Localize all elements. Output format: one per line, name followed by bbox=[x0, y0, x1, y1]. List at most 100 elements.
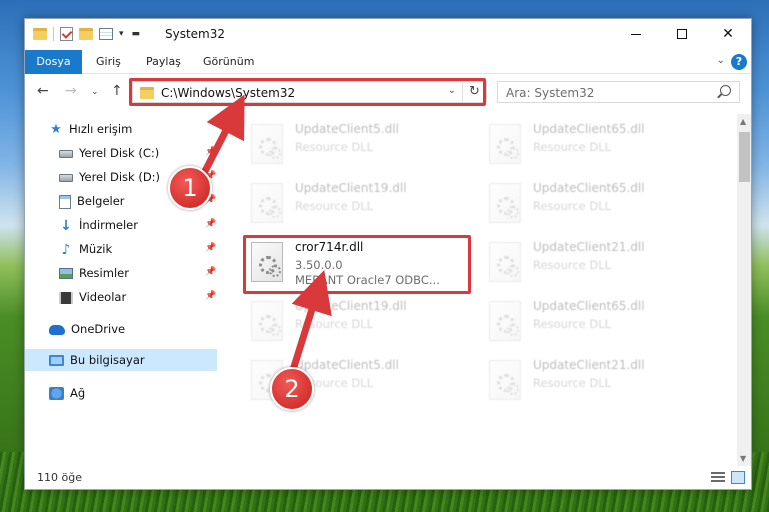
cloud-icon bbox=[49, 324, 65, 335]
toolbar-divider bbox=[53, 27, 54, 41]
up-arrow-icon[interactable]: ↑ bbox=[111, 83, 123, 99]
disk-icon bbox=[59, 149, 73, 158]
search-icon bbox=[720, 85, 731, 96]
folder-icon bbox=[33, 28, 47, 40]
sidebar-item-network[interactable]: Ağ bbox=[49, 382, 85, 404]
star-icon: ★ bbox=[50, 121, 62, 137]
file-description: Resource DLL bbox=[533, 140, 612, 154]
dll-file-icon bbox=[489, 183, 521, 223]
properties-icon[interactable] bbox=[99, 28, 113, 40]
computer-icon bbox=[49, 355, 64, 366]
file-name: UpdateClient65.dll bbox=[533, 181, 645, 195]
sidebar-item-this-pc[interactable]: Bu bilgisayar bbox=[25, 349, 217, 371]
tab-view[interactable]: Görünüm bbox=[203, 50, 254, 74]
list-item[interactable]: UpdateClient5.dll Resource DLL bbox=[245, 118, 475, 172]
disk-icon bbox=[59, 173, 73, 182]
file-description: Resource DLL bbox=[295, 199, 374, 213]
tab-home[interactable]: Giriş bbox=[96, 50, 121, 74]
dll-file-icon bbox=[489, 242, 521, 282]
vertical-scrollbar[interactable]: ▲ ▼ bbox=[737, 114, 751, 466]
dll-file-icon bbox=[489, 360, 521, 400]
pin-icon[interactable]: 📌 bbox=[205, 219, 216, 229]
recent-locations-chevron-icon[interactable]: ⌄ bbox=[91, 87, 99, 97]
minimize-icon bbox=[631, 33, 641, 35]
help-icon[interactable]: ? bbox=[731, 54, 747, 70]
maximize-icon bbox=[677, 29, 687, 39]
back-arrow-icon[interactable]: ← bbox=[37, 83, 49, 99]
file-name: UpdateClient5.dll bbox=[295, 122, 399, 136]
videos-icon bbox=[59, 291, 73, 304]
scroll-up-arrow-icon[interactable]: ▲ bbox=[740, 117, 746, 126]
scroll-down-arrow-icon[interactable]: ▼ bbox=[740, 454, 746, 463]
pin-icon[interactable]: 📌 bbox=[205, 291, 216, 301]
window-controls: ✕ bbox=[613, 19, 751, 49]
toolbar-overflow-icon[interactable]: ▬ bbox=[132, 29, 141, 39]
dll-file-icon bbox=[489, 301, 521, 341]
sidebar-item-label: Belgeler bbox=[77, 194, 125, 208]
quick-access-toolbar: ▾ ▬ bbox=[33, 27, 148, 41]
file-name: UpdateClient65.dll bbox=[533, 122, 645, 136]
list-item[interactable]: UpdateClient65.dll Resource DLL bbox=[483, 118, 713, 172]
sidebar-item-quick-access[interactable]: ★ Hızlı erişim bbox=[49, 118, 132, 140]
sidebar-item-label: Resimler bbox=[79, 266, 129, 280]
maximize-button[interactable] bbox=[659, 19, 705, 49]
customize-toolbar-dropdown[interactable]: ▾ bbox=[119, 29, 124, 39]
sidebar-item-documents[interactable]: Belgeler bbox=[59, 190, 125, 212]
network-icon bbox=[49, 387, 64, 400]
list-item[interactable]: UpdateClient19.dll Resource DLL bbox=[245, 177, 475, 231]
sidebar-item-label: Yerel Disk (D:) bbox=[79, 170, 161, 184]
list-item[interactable]: UpdateClient21.dll Resource DLL bbox=[483, 354, 713, 408]
search-box[interactable]: Ara: System32 bbox=[497, 81, 740, 103]
sidebar-item-label: Müzik bbox=[79, 242, 113, 256]
pin-icon[interactable]: 📌 bbox=[205, 243, 216, 253]
sidebar-item-label: OneDrive bbox=[71, 322, 126, 336]
details-view-icon[interactable] bbox=[711, 472, 725, 483]
tab-share[interactable]: Paylaş bbox=[146, 50, 181, 74]
file-name: UpdateClient21.dll bbox=[533, 358, 645, 372]
properties-check-icon[interactable] bbox=[60, 27, 73, 41]
new-folder-icon[interactable] bbox=[79, 28, 93, 40]
sidebar-item-label: Hızlı erişim bbox=[69, 122, 133, 136]
status-bar: 110 öğe bbox=[25, 467, 751, 489]
item-count: 110 öğe bbox=[37, 471, 82, 484]
file-description: Resource DLL bbox=[533, 317, 612, 331]
large-icons-view-icon[interactable] bbox=[731, 471, 745, 484]
list-item[interactable]: UpdateClient65.dll Resource DLL bbox=[483, 177, 713, 231]
sidebar-item-local-disk-d[interactable]: Yerel Disk (D:) bbox=[59, 166, 160, 188]
title-bar: ▾ ▬ System32 ✕ bbox=[25, 19, 751, 50]
list-item[interactable]: UpdateClient65.dll Resource DLL bbox=[483, 295, 713, 349]
step-1-badge: 1 bbox=[168, 166, 212, 210]
sidebar-item-pictures[interactable]: Resimler bbox=[59, 262, 129, 284]
pin-icon[interactable]: 📌 bbox=[205, 267, 216, 277]
expand-ribbon-chevron-icon[interactable]: ⌄ bbox=[717, 55, 725, 66]
scrollbar-thumb[interactable] bbox=[739, 132, 750, 182]
sidebar-item-label: Bu bilgisayar bbox=[70, 353, 145, 367]
documents-icon bbox=[59, 194, 71, 209]
list-item[interactable]: UpdateClient21.dll Resource DLL bbox=[483, 236, 713, 290]
close-button[interactable]: ✕ bbox=[705, 19, 751, 49]
file-description: Resource DLL bbox=[533, 376, 612, 390]
file-description: Resource DLL bbox=[295, 140, 374, 154]
file-description: Resource DLL bbox=[533, 258, 612, 272]
downloads-icon: ↓ bbox=[60, 217, 72, 234]
file-description: Resource DLL bbox=[533, 199, 612, 213]
sidebar-item-videos[interactable]: Videolar bbox=[59, 286, 126, 308]
sidebar-item-local-disk-c[interactable]: Yerel Disk (C:) bbox=[59, 142, 159, 164]
sidebar-item-label: Yerel Disk (C:) bbox=[79, 146, 160, 160]
step-2-badge: 2 bbox=[270, 367, 314, 411]
sidebar-item-music[interactable]: ♪ Müzik bbox=[59, 238, 113, 260]
file-name: UpdateClient65.dll bbox=[533, 299, 645, 313]
dll-file-icon bbox=[489, 124, 521, 164]
file-name: UpdateClient21.dll bbox=[533, 240, 645, 254]
sidebar-item-onedrive[interactable]: OneDrive bbox=[49, 318, 125, 340]
forward-arrow-icon[interactable]: → bbox=[65, 83, 77, 99]
search-input[interactable]: Ara: System32 bbox=[506, 86, 594, 100]
minimize-button[interactable] bbox=[613, 19, 659, 49]
arrow-line bbox=[289, 270, 332, 372]
sidebar-item-downloads[interactable]: ↓ İndirmeler bbox=[59, 214, 138, 236]
sidebar-item-label: İndirmeler bbox=[79, 218, 138, 232]
tab-file[interactable]: Dosya bbox=[25, 50, 82, 74]
file-name: UpdateClient19.dll bbox=[295, 181, 407, 195]
arrow-line bbox=[198, 95, 245, 179]
sidebar-item-label: Ağ bbox=[70, 386, 86, 400]
